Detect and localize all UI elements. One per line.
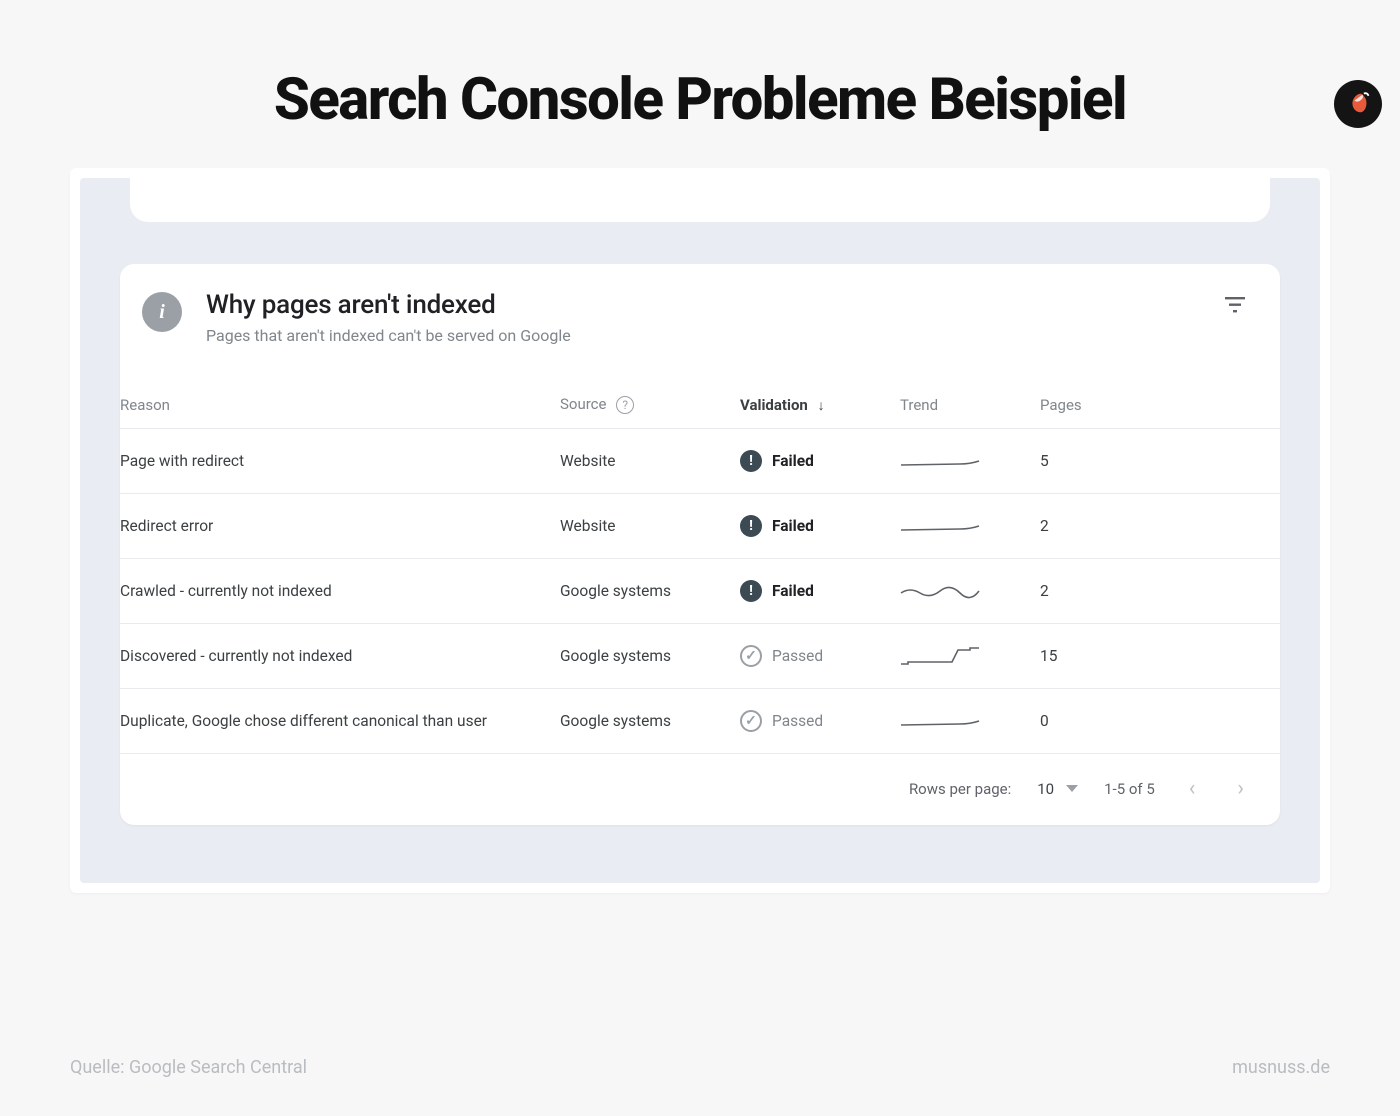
indexing-issues-card: i Why pages aren't indexed Pages that ar… <box>120 264 1280 825</box>
cell-pages: 2 <box>1040 494 1280 559</box>
cell-trend <box>900 494 1040 559</box>
card-title: Why pages aren't indexed <box>206 290 571 320</box>
cell-reason: Duplicate, Google chose different canoni… <box>120 689 560 754</box>
site-caption: musnuss.de <box>1232 1057 1330 1078</box>
sparkline <box>900 447 980 471</box>
nut-icon <box>1344 90 1372 118</box>
validation-text: Passed <box>772 647 823 665</box>
cell-validation: ✓ Passed <box>740 624 900 689</box>
cell-validation: ! Failed <box>740 429 900 494</box>
issues-table: Reason Source ? Validation ↓ Trend Pages <box>120 377 1280 754</box>
cell-reason: Crawled - currently not indexed <box>120 559 560 624</box>
filter-icon <box>1224 296 1246 314</box>
table-row[interactable]: Crawled - currently not indexedGoogle sy… <box>120 559 1280 624</box>
table-row[interactable]: Discovered - currently not indexedGoogle… <box>120 624 1280 689</box>
sparkline <box>900 707 980 731</box>
check-icon: ✓ <box>740 645 762 667</box>
screenshot-frame: i Why pages aren't indexed Pages that ar… <box>70 168 1330 893</box>
table-row[interactable]: Page with redirectWebsite! Failed 5 <box>120 429 1280 494</box>
cell-reason: Redirect error <box>120 494 560 559</box>
table-header-row: Reason Source ? Validation ↓ Trend Pages <box>120 377 1280 429</box>
sparkline <box>900 577 980 601</box>
page-title: Search Console Probleme Beispiel <box>0 66 1400 134</box>
cell-validation: ! Failed <box>740 559 900 624</box>
error-icon: ! <box>740 580 762 602</box>
sort-descending-icon: ↓ <box>818 398 825 414</box>
validation-text: Failed <box>772 517 814 535</box>
validation-text: Failed <box>772 582 814 600</box>
cell-trend <box>900 559 1040 624</box>
cell-pages: 0 <box>1040 689 1280 754</box>
gsc-background: i Why pages aren't indexed Pages that ar… <box>80 178 1320 883</box>
sparkline <box>900 642 980 666</box>
card-stub-above <box>130 178 1270 222</box>
validation-text: Passed <box>772 712 823 730</box>
cell-source: Google systems <box>560 624 740 689</box>
validation-text: Failed <box>772 452 814 470</box>
cell-pages: 2 <box>1040 559 1280 624</box>
rows-per-page-select[interactable]: 10 <box>1037 780 1078 798</box>
footer: Quelle: Google Search Central musnuss.de <box>70 1057 1330 1078</box>
col-header-source-label: Source <box>560 395 606 413</box>
cell-reason: Page with redirect <box>120 429 560 494</box>
cell-validation: ! Failed <box>740 494 900 559</box>
cell-pages: 5 <box>1040 429 1280 494</box>
help-icon[interactable]: ? <box>616 396 634 414</box>
col-header-validation-label: Validation <box>740 396 808 414</box>
chevron-down-icon <box>1066 785 1078 792</box>
cell-source: Google systems <box>560 689 740 754</box>
card-header: i Why pages aren't indexed Pages that ar… <box>120 290 1280 345</box>
pagination: Rows per page: 10 1-5 of 5 ‹ › <box>120 754 1280 825</box>
cell-source: Google systems <box>560 559 740 624</box>
card-subtitle: Pages that aren't indexed can't be serve… <box>206 326 571 345</box>
source-caption: Quelle: Google Search Central <box>70 1057 307 1078</box>
prev-page-button[interactable]: ‹ <box>1181 772 1204 805</box>
col-header-source[interactable]: Source ? <box>560 377 740 429</box>
info-icon: i <box>142 292 182 332</box>
cell-trend <box>900 689 1040 754</box>
cell-validation: ✓ Passed <box>740 689 900 754</box>
sparkline <box>900 512 980 536</box>
check-icon: ✓ <box>740 710 762 732</box>
rows-per-page-label: Rows per page: <box>909 780 1011 798</box>
error-icon: ! <box>740 450 762 472</box>
pagination-range: 1-5 of 5 <box>1104 780 1155 798</box>
cell-source: Website <box>560 494 740 559</box>
error-icon: ! <box>740 515 762 537</box>
next-page-button[interactable]: › <box>1229 772 1252 805</box>
col-header-trend[interactable]: Trend <box>900 377 1040 429</box>
col-header-pages[interactable]: Pages <box>1040 377 1280 429</box>
cell-pages: 15 <box>1040 624 1280 689</box>
brand-logo <box>1334 80 1382 128</box>
cell-trend <box>900 624 1040 689</box>
rows-per-page-value: 10 <box>1037 780 1054 798</box>
col-header-validation[interactable]: Validation ↓ <box>740 377 900 429</box>
table-row[interactable]: Redirect errorWebsite! Failed 2 <box>120 494 1280 559</box>
cell-trend <box>900 429 1040 494</box>
cell-source: Website <box>560 429 740 494</box>
col-header-reason[interactable]: Reason <box>120 377 560 429</box>
cell-reason: Discovered - currently not indexed <box>120 624 560 689</box>
table-row[interactable]: Duplicate, Google chose different canoni… <box>120 689 1280 754</box>
filter-button[interactable] <box>1218 290 1252 324</box>
